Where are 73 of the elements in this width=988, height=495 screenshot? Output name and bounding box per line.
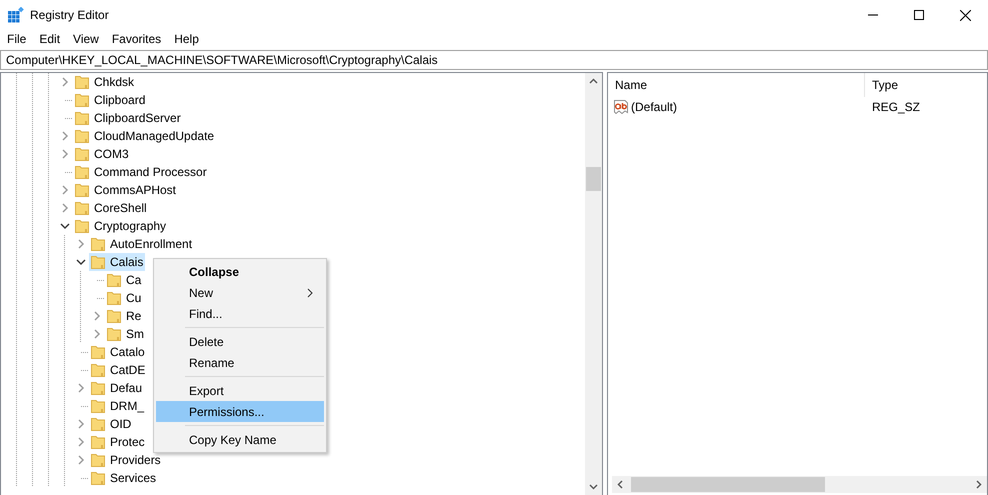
folder-icon: [90, 470, 106, 486]
folder-icon: [74, 92, 90, 108]
address-field[interactable]: Computer\HKEY_LOCAL_MACHINE\SOFTWARE\Microsoft\Cryptography\Calais: [0, 50, 988, 70]
folder-icon: [90, 344, 106, 360]
folder-icon: [90, 362, 106, 378]
tree-item[interactable]: Re: [105, 307, 144, 325]
tree-item[interactable]: Catalo: [89, 343, 147, 361]
tree-item[interactable]: CoreShell: [73, 199, 149, 217]
tree-item[interactable]: Services: [89, 469, 158, 487]
menu-item[interactable]: Edit: [32, 32, 66, 46]
scroll-thumb[interactable]: [631, 477, 825, 492]
tree-item[interactable]: Providers: [89, 451, 163, 469]
column-header[interactable]: Type: [865, 73, 987, 97]
tree-item[interactable]: COM3: [73, 145, 131, 163]
menu-item[interactable]: Copy Key Name: [156, 429, 324, 450]
maximize-icon[interactable]: [914, 10, 924, 20]
tree-item[interactable]: Calais: [89, 253, 146, 271]
string-value-icon: [613, 98, 629, 114]
folder-icon: [90, 236, 106, 252]
menu-item[interactable]: Rename: [156, 352, 324, 373]
close-icon[interactable]: [960, 10, 970, 20]
folder-icon: [106, 272, 122, 288]
menu-item[interactable]: New: [156, 282, 324, 303]
folder-icon: [106, 308, 122, 324]
menu-item[interactable]: File: [0, 32, 32, 46]
tree-item[interactable]: Ca: [105, 271, 144, 289]
menu-item[interactable]: Favorites: [104, 32, 168, 46]
tree-item[interactable]: Chkdsk: [73, 73, 136, 91]
tree-item[interactable]: CommsAPHost: [73, 181, 178, 199]
menu-item[interactable]: Help: [167, 32, 205, 46]
tree-item[interactable]: Protec: [89, 433, 147, 451]
folder-icon: [74, 128, 90, 144]
tree-item[interactable]: Defau: [89, 379, 144, 397]
tree-item[interactable]: AutoEnrollment: [89, 235, 194, 253]
tree-item[interactable]: ClipboardServer: [73, 109, 183, 127]
scroll-thumb[interactable]: [586, 167, 601, 191]
folder-icon: [90, 380, 106, 396]
folder-icon: [90, 398, 106, 414]
folder-icon: [74, 74, 90, 90]
folder-icon: [90, 416, 106, 432]
folder-icon: [74, 200, 90, 216]
folder-icon: [90, 434, 106, 450]
folder-icon: [106, 290, 122, 306]
horizontal-scrollbar[interactable]: [612, 476, 987, 493]
column-header[interactable]: Name: [608, 73, 865, 97]
value-name: (Default): [631, 100, 678, 114]
menu-item[interactable]: Export: [156, 380, 324, 401]
menu-item[interactable]: Permissions...: [156, 401, 324, 422]
value-type: REG_SZ: [872, 100, 920, 114]
registry-cubes-icon: [8, 7, 24, 23]
tree-item[interactable]: Command Processor: [73, 163, 209, 181]
menu-item[interactable]: Delete: [156, 331, 324, 352]
tree-item[interactable]: CatDE: [89, 361, 148, 379]
menu-item[interactable]: Find...: [156, 303, 324, 324]
menu-item[interactable]: Collapse: [156, 261, 324, 282]
vertical-scrollbar[interactable]: [585, 73, 602, 495]
tree-item[interactable]: DRM_: [89, 397, 146, 415]
tree-item[interactable]: CloudManagedUpdate: [73, 127, 216, 145]
folder-icon: [90, 254, 106, 270]
folder-icon: [106, 326, 122, 342]
folder-icon: [74, 146, 90, 162]
tree-item[interactable]: Clipboard: [73, 91, 148, 109]
folder-icon: [74, 110, 90, 126]
window-title: Registry Editor: [30, 8, 109, 22]
folder-icon: [90, 452, 106, 468]
tree-item[interactable]: Cryptography: [73, 217, 168, 235]
folder-icon: [74, 164, 90, 180]
folder-icon: [74, 182, 90, 198]
menu-item[interactable]: View: [66, 32, 105, 46]
tree-item[interactable]: OID: [89, 415, 134, 433]
folder-icon: [74, 218, 90, 234]
tree-item[interactable]: Sm: [105, 325, 146, 343]
tree-item[interactable]: Cu: [105, 289, 144, 307]
